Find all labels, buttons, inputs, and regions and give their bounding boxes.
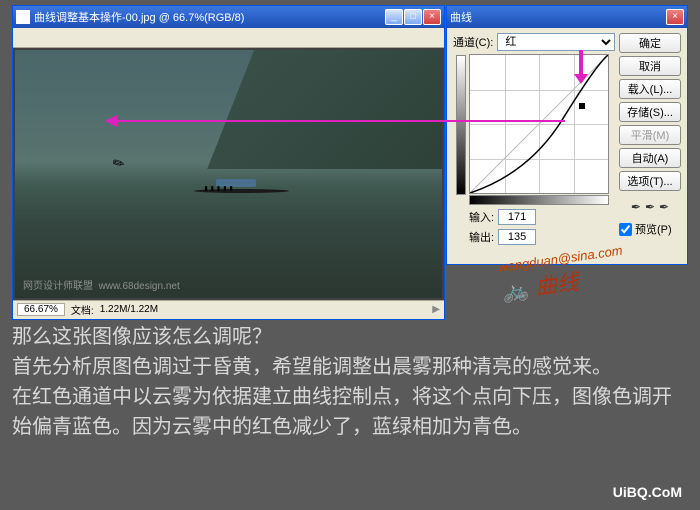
docinfo-label: 文档: [71,302,94,317]
caption-line-1: 那么这张图像应该怎么调呢？ [12,322,688,352]
cancel-button[interactable]: 取消 [619,56,681,76]
eyedropper-cursor-icon: ✎ [110,153,129,174]
input-gradient [469,195,609,205]
output-value[interactable] [498,229,536,245]
site-watermark: UiBQ.CoM [613,484,682,500]
watermark: 网页设计师联盟 www.68design.net [23,277,180,292]
docinfo-value: 1.22M/1.22M [100,304,158,315]
tutorial-caption: 那么这张图像应该怎么调呢？ 首先分析原图色调过于昏黄，希望能调整出晨雾那种清亮的… [12,322,688,442]
boat-shape: ▮▮▮▮▮ [194,179,289,197]
black-point-eyedropper-icon[interactable]: ✒ [631,200,641,214]
caption-line-3: 在红色通道中以云雾为依据建立曲线控制点，将这个点向下压，图像色调开始偏青蓝色。因… [12,382,688,442]
preview-checkbox-input[interactable] [619,223,632,236]
image-preview: ▮▮▮▮▮ ✎ 网页设计师联盟 www.68design.net [15,50,442,298]
output-label: 输出: [469,229,494,245]
input-value[interactable] [498,209,536,225]
output-gradient [456,55,466,195]
white-point-eyedropper-icon[interactable]: ✒ [659,200,669,214]
status-bar: 66.67% 文档: 1.22M/1.22M ▶ [13,300,444,318]
curve-graph[interactable] [469,54,609,194]
save-button[interactable]: 存储(S)... [619,102,681,122]
window-title: 曲线调整基本操作-00.jpg @ 66.7%(RGB/8) [34,9,244,25]
curves-title: 曲线 [450,9,472,25]
eyedropper-group: ✒ ✒ ✒ [619,200,681,214]
mountain-shape [207,50,442,169]
curves-dialog: 曲线 × 通道(C): 红 [446,5,688,265]
minimize-button[interactable]: _ [385,9,403,25]
close-button[interactable]: × [423,9,441,25]
window-controls: _ □ × [385,9,441,25]
caption-line-2: 首先分析原图色调过于昏黄，希望能调整出晨雾那种清亮的感觉来。 [12,352,688,382]
drag-down-arrow-icon [574,50,588,86]
annotation-arrow-icon [115,120,565,122]
channel-select[interactable]: 红 [497,33,615,51]
curves-close-button[interactable]: × [666,9,684,25]
input-label: 输入: [469,209,494,225]
document-window: 曲线调整基本操作-00.jpg @ 66.7%(RGB/8) _ □ × ▮▮▮… [12,5,445,320]
gray-point-eyedropper-icon[interactable]: ✒ [645,200,655,214]
ok-button[interactable]: 确定 [619,33,681,53]
zoom-level[interactable]: 66.67% [17,303,65,316]
titlebar[interactable]: 曲线调整基本操作-00.jpg @ 66.7%(RGB/8) _ □ × [13,6,444,28]
load-button[interactable]: 载入(L)... [619,79,681,99]
canvas[interactable]: ▮▮▮▮▮ ✎ 网页设计师联盟 www.68design.net [13,48,444,300]
options-button[interactable]: 选项(T)... [619,171,681,191]
smooth-button: 平滑(M) [619,125,681,145]
channel-label: 通道(C): [453,34,493,50]
maximize-button[interactable]: □ [404,9,422,25]
options-bar [13,28,444,48]
auto-button[interactable]: 自动(A) [619,148,681,168]
curves-titlebar[interactable]: 曲线 × [447,6,687,28]
app-icon [16,10,30,24]
preview-checkbox[interactable]: 预览(P) [619,221,681,237]
curve-control-point[interactable] [579,103,585,109]
